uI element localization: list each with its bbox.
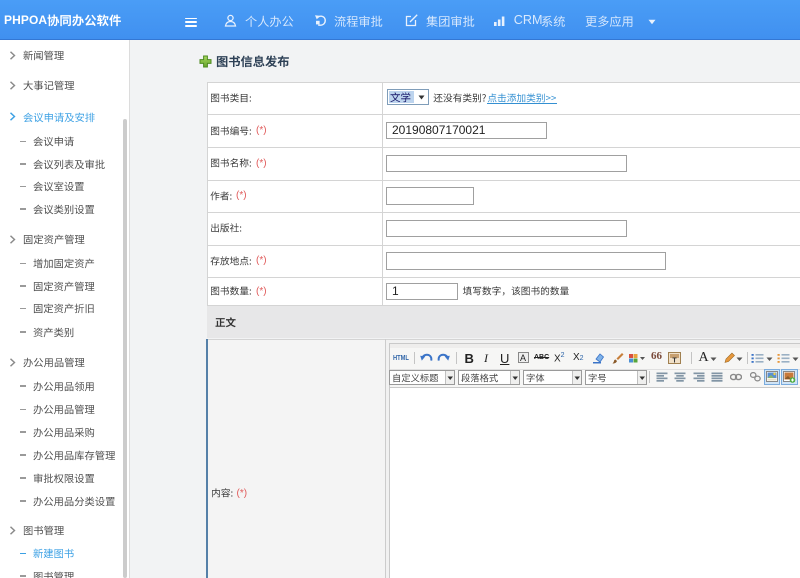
svg-text:T: T — [672, 358, 677, 365]
